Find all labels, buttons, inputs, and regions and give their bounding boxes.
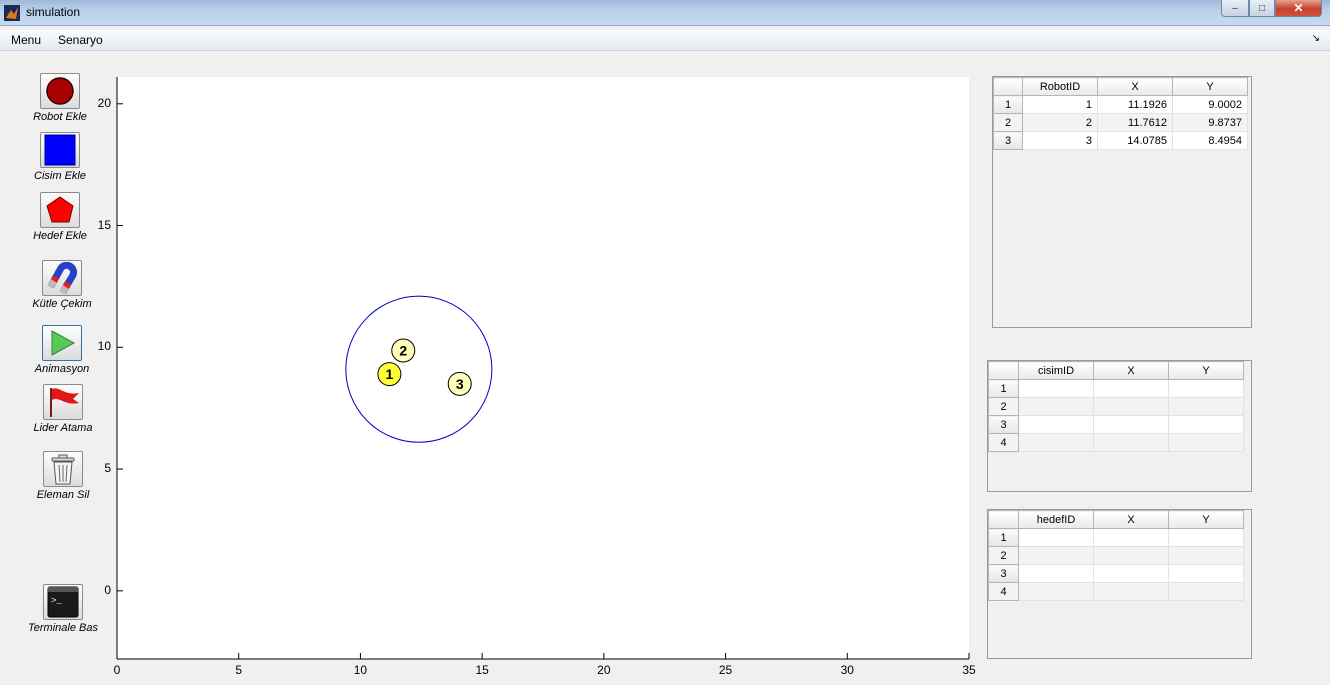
row-header[interactable]: 3 <box>988 564 1019 583</box>
row-header[interactable]: 4 <box>988 582 1019 601</box>
column-header[interactable]: Y <box>1168 361 1244 380</box>
row-header[interactable]: 2 <box>993 113 1023 132</box>
y-tick-label: 15 <box>97 217 111 232</box>
robot-marker[interactable]: 2 <box>391 338 416 363</box>
dock-arrow-icon[interactable]: ↘ <box>1312 33 1320 44</box>
hedef-table-panel: hedefID X Y 1 2 3 4 <box>987 509 1252 659</box>
table-cell[interactable] <box>1168 528 1244 547</box>
table-cell[interactable] <box>1168 433 1244 452</box>
table-cell[interactable]: 1 <box>1022 95 1098 114</box>
table-cell[interactable] <box>1093 415 1169 434</box>
y-tick-label: 0 <box>104 582 111 597</box>
table-cell[interactable]: 8.4954 <box>1172 131 1248 150</box>
column-header[interactable]: hedefID <box>1018 510 1094 529</box>
x-tick-label: 0 <box>113 663 121 677</box>
y-tick-label: 10 <box>97 339 111 354</box>
robot-marker[interactable]: 1 <box>377 362 402 387</box>
table-cell[interactable]: 11.7612 <box>1097 113 1173 132</box>
table-cell[interactable] <box>1168 546 1244 565</box>
table-cell[interactable] <box>1168 582 1244 601</box>
table-cell[interactable]: 11.1926 <box>1097 95 1173 114</box>
row-header[interactable]: 2 <box>988 546 1019 565</box>
table-cell[interactable] <box>1168 379 1244 398</box>
table-cell[interactable] <box>1168 564 1244 583</box>
x-tick-label: 35 <box>962 663 976 677</box>
cisim-table[interactable]: cisimID X Y 1 2 3 4 <box>988 361 1244 452</box>
formation-circle <box>345 295 493 443</box>
table-cell[interactable] <box>1018 564 1094 583</box>
row-header[interactable]: 1 <box>988 379 1019 398</box>
robot-label: 2 <box>399 342 407 358</box>
table-cell[interactable] <box>1018 379 1094 398</box>
hedef-table[interactable]: hedefID X Y 1 2 3 4 <box>988 510 1244 601</box>
row-header[interactable]: 1 <box>993 95 1023 114</box>
column-header[interactable]: X <box>1093 361 1169 380</box>
robot-label: 3 <box>456 376 464 392</box>
robot-marker[interactable]: 3 <box>447 371 472 396</box>
table-cell[interactable] <box>1093 528 1169 547</box>
table-cell[interactable]: 2 <box>1022 113 1098 132</box>
maximize-button[interactable]: □ <box>1249 0 1275 17</box>
x-tick-label: 30 <box>840 663 854 677</box>
row-header[interactable]: 2 <box>988 397 1019 416</box>
table-cell[interactable]: 3 <box>1022 131 1098 150</box>
row-header[interactable]: 1 <box>988 528 1019 547</box>
column-header[interactable]: Y <box>1168 510 1244 529</box>
x-tick-label: 25 <box>718 663 733 677</box>
table-cell[interactable] <box>1018 433 1094 452</box>
column-header[interactable]: cisimID <box>1018 361 1094 380</box>
table-cell[interactable] <box>1093 379 1169 398</box>
x-tick-label: 20 <box>597 663 611 677</box>
column-header[interactable]: X <box>1097 77 1173 96</box>
table-cell[interactable]: 9.8737 <box>1172 113 1248 132</box>
table-cell[interactable] <box>1018 397 1094 416</box>
column-header[interactable]: Y <box>1172 77 1248 96</box>
table-cell[interactable] <box>1093 433 1169 452</box>
close-button[interactable]: ✕ <box>1275 0 1322 17</box>
table-cell[interactable]: 14.0785 <box>1097 131 1173 150</box>
table-cell[interactable] <box>1018 528 1094 547</box>
x-tick-label: 15 <box>475 663 489 677</box>
table-cell[interactable]: 9.0002 <box>1172 95 1248 114</box>
row-header[interactable]: 3 <box>993 131 1023 150</box>
table-cell[interactable] <box>1093 546 1169 565</box>
table-corner <box>988 361 1019 380</box>
table-cell[interactable] <box>1168 415 1244 434</box>
table-cell[interactable] <box>1093 564 1169 583</box>
plot-overlay: 12 3 <box>116 77 970 660</box>
row-header[interactable]: 4 <box>988 433 1019 452</box>
row-header[interactable]: 3 <box>988 415 1019 434</box>
robot-table[interactable]: RobotID X Y 1 1 11.1926 9.0002 2 2 11.76… <box>993 77 1248 150</box>
column-header[interactable]: X <box>1093 510 1169 529</box>
column-header[interactable]: RobotID <box>1022 77 1098 96</box>
table-cell[interactable] <box>1018 546 1094 565</box>
table-corner <box>993 77 1023 96</box>
x-tick-label: 5 <box>235 663 243 677</box>
y-tick-label: 5 <box>104 461 111 476</box>
cisim-table-panel: cisimID X Y 1 2 3 4 <box>987 360 1252 492</box>
table-cell[interactable] <box>1018 415 1094 434</box>
table-cell[interactable] <box>1168 397 1244 416</box>
table-cell[interactable] <box>1018 582 1094 601</box>
x-tick-label: 10 <box>353 663 368 677</box>
minimize-button[interactable]: ‒ <box>1221 0 1249 17</box>
table-cell[interactable] <box>1093 582 1169 601</box>
table-corner <box>988 510 1019 529</box>
table-cell[interactable] <box>1093 397 1169 416</box>
robot-table-panel: RobotID X Y 1 1 11.1926 9.0002 2 2 11.76… <box>992 76 1252 328</box>
robot-label: 1 <box>385 366 393 382</box>
y-tick-label: 20 <box>97 95 111 110</box>
